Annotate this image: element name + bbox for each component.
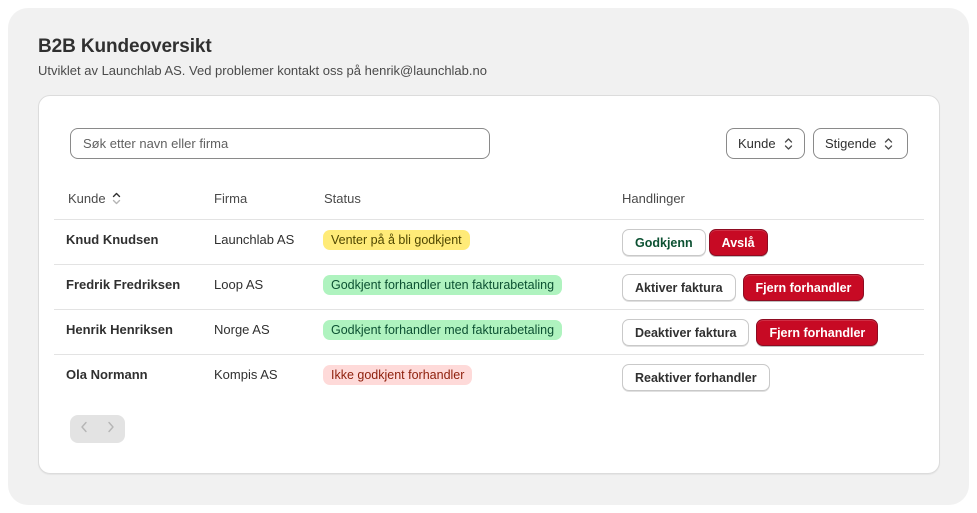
page-subtitle: Utviklet av Launchlab AS. Ved problemer …: [38, 63, 487, 78]
reject-button[interactable]: Avslå: [708, 229, 768, 256]
customer-table: Kunde Firma Status Handlinger Knud Knuds…: [54, 179, 924, 400]
search-input[interactable]: [70, 128, 490, 159]
column-header-status: Status: [324, 191, 361, 206]
customer-company: Loop AS: [214, 277, 264, 292]
column-header-actions: Handlinger: [622, 191, 685, 206]
customer-company: Norge AS: [214, 322, 270, 337]
pagination: [70, 415, 125, 443]
sort-field-select[interactable]: Kunde: [726, 128, 805, 159]
row-actions: Deaktiver faktura Fjern forhandler: [622, 319, 879, 346]
chevron-right-icon: [107, 420, 115, 438]
customer-name: Henrik Henriksen: [66, 322, 173, 337]
column-header-customer-label: Kunde: [68, 191, 106, 206]
previous-page-button[interactable]: [70, 415, 97, 443]
customer-name: Ola Normann: [66, 367, 148, 382]
customer-name: Fredrik Fredriksen: [66, 277, 181, 292]
column-header-customer[interactable]: Kunde: [68, 191, 121, 206]
status-badge: Godkjent forhandler uten fakturabetaling: [323, 275, 563, 295]
sort-order-value: Stigende: [825, 136, 877, 151]
page-background: B2B Kundeoversikt Utviklet av Launchlab …: [8, 8, 969, 505]
status-badge: Ikke godkjent forhandler: [323, 365, 473, 385]
customer-name: Knud Knudsen: [66, 232, 159, 247]
remove-dealer-button[interactable]: Fjern forhandler: [756, 319, 879, 346]
row-actions: Godkjenn Avslå: [622, 229, 768, 256]
customer-company: Launchlab AS: [214, 232, 295, 247]
status-badge: Venter på å bli godkjent: [323, 230, 470, 250]
customer-card: Kunde Stigende Kunde Firma Status: [38, 95, 940, 474]
sort-field-value: Kunde: [738, 136, 776, 151]
next-page-button[interactable]: [97, 415, 124, 443]
activate-invoice-button[interactable]: Aktiver faktura: [622, 274, 736, 301]
select-chevron-icon: [884, 137, 893, 151]
reactivate-dealer-button[interactable]: Reaktiver forhandler: [622, 364, 770, 391]
remove-dealer-button[interactable]: Fjern forhandler: [742, 274, 865, 301]
table-row: Ola Normann Kompis AS Ikke godkjent forh…: [54, 355, 924, 400]
table-row: Fredrik Fredriksen Loop AS Godkjent forh…: [54, 265, 924, 310]
row-actions: Aktiver faktura Fjern forhandler: [622, 274, 865, 301]
deactivate-invoice-button[interactable]: Deaktiver faktura: [622, 319, 750, 346]
select-chevron-icon: [784, 137, 793, 151]
table-header: Kunde Firma Status Handlinger: [54, 179, 924, 220]
sort-ascending-icon: [112, 192, 121, 205]
column-header-company: Firma: [214, 191, 248, 206]
status-badge: Godkjent forhandler med fakturabetaling: [323, 320, 563, 340]
page-title: B2B Kundeoversikt: [38, 36, 212, 57]
row-actions: Reaktiver forhandler: [622, 364, 770, 391]
customer-company: Kompis AS: [214, 367, 278, 382]
table-row: Henrik Henriksen Norge AS Godkjent forha…: [54, 310, 924, 355]
sort-order-select[interactable]: Stigende: [813, 128, 908, 159]
approve-button[interactable]: Godkjenn: [622, 229, 706, 256]
table-row: Knud Knudsen Launchlab AS Venter på å bl…: [54, 220, 924, 265]
chevron-left-icon: [80, 420, 88, 438]
